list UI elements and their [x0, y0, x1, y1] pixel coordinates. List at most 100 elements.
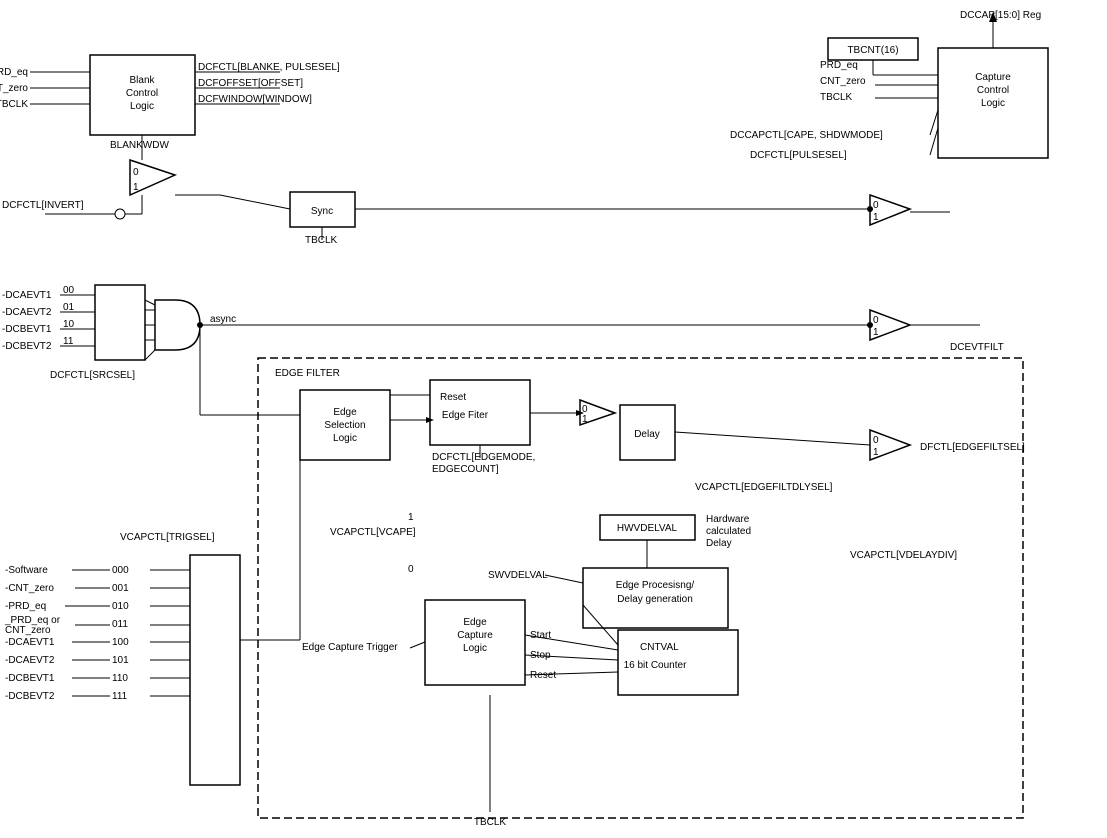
async-label: async: [210, 314, 236, 325]
cnt-zero-label: CNT_zero: [0, 83, 28, 94]
trig-011: 011: [112, 619, 128, 630]
junction-dot-3: [867, 206, 873, 212]
swvdelval-label: SWVDELVAL: [488, 570, 548, 581]
trig-dcbevt1: -DCBEVT1: [5, 673, 55, 684]
right-mux-0-label: 0: [873, 200, 879, 211]
right-mux-bot-0: 0: [873, 435, 879, 446]
code-00: 00: [63, 285, 75, 296]
sync-label: Sync: [311, 206, 333, 217]
edge-sel-label-2: Selection: [324, 420, 365, 431]
circuit-diagram-svg: Blank Control Logic PRD_eq CNT_zero TBCL…: [0, 0, 1107, 838]
dcbevt2-label: -DCBEVT2: [2, 341, 52, 352]
blank-control-label-3: Logic: [130, 101, 154, 112]
capture-label-3: Logic: [981, 98, 1005, 109]
blank-control-label-1: Blank: [129, 75, 155, 86]
edge-proc-label-1: Edge Procesisng/: [616, 580, 695, 591]
code-10: 10: [63, 319, 75, 330]
dcaevt1-label: -DCAEVT1: [2, 290, 52, 301]
vcapctl-vdelaydiv-label: VCAPCTL[VDELAYDIV]: [850, 550, 957, 561]
dfctl-edgefiltsel-label: DFCTL[EDGEFILTSEL]: [920, 442, 1025, 453]
mux-0-label: 0: [133, 167, 139, 178]
start-label: Start: [530, 630, 551, 641]
hw-calc-delay-2: calculated: [706, 526, 751, 537]
cap-tbclk: TBCLK: [820, 92, 853, 103]
trig-101: 101: [112, 655, 129, 666]
dcaevt2-label: -DCAEVT2: [2, 307, 52, 318]
right-mux-bot-1: 1: [873, 447, 879, 458]
capture-label-1: Capture: [975, 72, 1011, 83]
trig-111: 111: [112, 691, 128, 702]
trig-110: 110: [112, 673, 128, 684]
edge-cap-label-3: Logic: [463, 643, 487, 654]
trig-001: 001: [112, 583, 129, 594]
vcapctl-edgefiltdlysel-label: VCAPCTL[EDGEFILTDLYSEL]: [695, 482, 833, 493]
right-mux-mid-0: 0: [873, 315, 879, 326]
trig-dcaevt2: -DCAEVT2: [5, 655, 55, 666]
code-01: 01: [63, 302, 75, 313]
tbcnt16-label: TBCNT(16): [847, 45, 898, 56]
edge-capture-trigger-label: Edge Capture Trigger: [302, 642, 398, 653]
reset-label: Reset: [530, 670, 556, 681]
and-gate: [155, 300, 200, 350]
edge-proc-label-2: Delay generation: [617, 594, 693, 605]
dcfctl-invert-label: DCFCTL[INVERT]: [2, 200, 84, 211]
tbclk-label-1: TBCLK: [0, 99, 28, 110]
dcfctl-srcsel-label: DCFCTL[SRCSEL]: [50, 370, 135, 381]
src-mux: [95, 285, 145, 360]
vcapctl-1-label: 1: [408, 512, 414, 523]
vcapctl-0-label: 0: [408, 564, 414, 575]
vcapctl-vcape-label: VCAPCTL[VCAPE]: [330, 527, 416, 538]
edge-fiter-label: Edge Fiter: [442, 410, 489, 421]
edge-sel-label-3: Logic: [333, 433, 357, 444]
delay-label: Delay: [634, 429, 660, 440]
trig-000: 000: [112, 565, 129, 576]
trig-dcaevt1: -DCAEVT1: [5, 637, 55, 648]
inverter-circle: [115, 209, 125, 219]
cap-prd-eq: PRD_eq: [820, 60, 858, 71]
hw-calc-delay-3: Delay: [706, 538, 732, 549]
edge-fiter-reset-label: Reset: [440, 392, 466, 403]
dcevtfilt-label: DCEVTFILT: [950, 342, 1004, 353]
blankwdw-label: BLANKWDW: [110, 140, 169, 151]
prd-eq-label: PRD_eq: [0, 67, 28, 78]
dcfctl-edgemode-label-1: DCFCTL[EDGEMODE,: [432, 452, 535, 463]
junction-dot-1: [197, 322, 203, 328]
dccap-reg-label: DCCAP[15:0] Reg: [960, 10, 1041, 21]
trig-prd-eq: -PRD_eq: [5, 601, 46, 612]
right-mux-mid-1: 1: [873, 327, 879, 338]
trig-dcbevt2: -DCBEVT2: [5, 691, 55, 702]
trig-010: 010: [112, 601, 129, 612]
trig-100: 100: [112, 637, 129, 648]
dccapctl-label: DCCAPCTL[CAPE, SHDWMODE]: [730, 130, 883, 141]
diagram-container: Blank Control Logic PRD_eq CNT_zero TBCL…: [0, 0, 1107, 838]
edge-filter-label: EDGE FILTER: [275, 368, 340, 379]
capture-label-2: Control: [977, 85, 1009, 96]
tbclk-bottom-label: TBCLK: [474, 817, 507, 828]
edge-cap-label-1: Edge: [463, 617, 487, 628]
cntval-label: CNTVAL: [640, 642, 679, 653]
code-11: 11: [63, 336, 74, 347]
dcfoffset-label: DCFOFFSET[OFFSET]: [198, 78, 303, 89]
edge-sel-label-1: Edge: [333, 407, 357, 418]
dcbevt1-label: -DCBEVT1: [2, 324, 52, 335]
edge-cap-label-2: Capture: [457, 630, 493, 641]
dcfctl-edgemode-label-2: EDGECOUNT]: [432, 464, 499, 475]
blank-control-label-2: Control: [126, 88, 158, 99]
vcapctl-trigsel-label: VCAPCTL[TRIGSEL]: [120, 532, 215, 543]
tbclk-sync-label: TBCLK: [305, 235, 338, 246]
counter-label: 16 bit Counter: [624, 660, 687, 671]
trig-cnt-zero: -CNT_zero: [5, 583, 54, 594]
dcfctl-blanke-label: DCFCTL[BLANKE, PULSESEL]: [198, 62, 340, 73]
trig-mux: [190, 555, 240, 785]
dcfctl-pulsesel-label: DCFCTL[PULSESEL]: [750, 150, 847, 161]
junction-dot-2: [867, 322, 873, 328]
trig-prd-cnt2: CNT_zero: [5, 625, 51, 636]
delay-mux-1: 1: [582, 414, 588, 425]
trig-software: -Software: [5, 565, 48, 576]
hw-calc-delay-1: Hardware: [706, 514, 750, 525]
cap-cnt-zero: CNT_zero: [820, 76, 866, 87]
right-mux-1-label: 1: [873, 212, 879, 223]
hwvdelval-label: HWVDELVAL: [617, 523, 678, 534]
dcfwindow-label: DCFWINDOW[WINDOW]: [198, 94, 312, 105]
mux-1-label: 1: [133, 182, 139, 193]
